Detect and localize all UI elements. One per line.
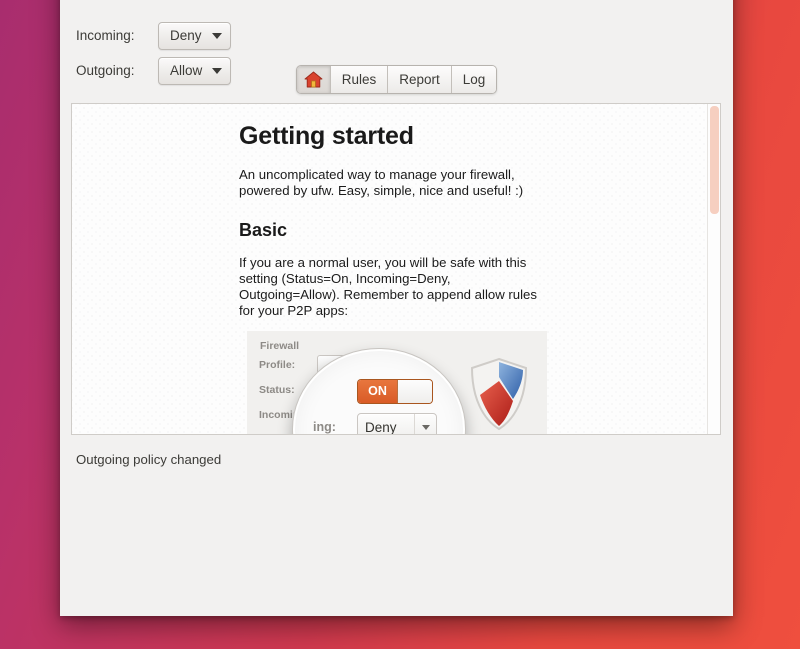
incoming-policy-label: Incoming: bbox=[76, 28, 135, 43]
magnifier-status-row: ON bbox=[313, 373, 463, 409]
tab-rules[interactable]: Rules bbox=[329, 66, 388, 93]
magnifier-incoming-row: ing: Deny bbox=[313, 409, 463, 435]
help-scrollbar-thumb[interactable] bbox=[710, 106, 719, 214]
help-intro-text: An uncomplicated way to manage your fire… bbox=[239, 167, 524, 198]
view-tabbar: Rules Report Log bbox=[60, 65, 733, 94]
incoming-policy-combo[interactable]: Deny bbox=[158, 21, 231, 50]
chevron-down-icon bbox=[211, 32, 222, 39]
home-icon bbox=[304, 71, 323, 88]
tab-log[interactable]: Log bbox=[450, 66, 497, 93]
help-document: Getting started An uncomplicated way to … bbox=[72, 104, 706, 435]
tab-home[interactable] bbox=[296, 66, 330, 93]
tab-report[interactable]: Report bbox=[387, 66, 451, 93]
statusbar-message: Outgoing policy changed bbox=[76, 451, 222, 467]
magnifier-incoming-arrow bbox=[414, 414, 436, 434]
incoming-policy-value: Deny bbox=[170, 28, 202, 43]
magnifier-lens-content: ON ing: Deny bbox=[295, 351, 463, 435]
embedded-screenshot: Firewall Profile: Status: Incoming: ON i… bbox=[247, 331, 547, 435]
help-scrollbar[interactable] bbox=[707, 104, 720, 434]
chevron-down-icon bbox=[421, 424, 430, 430]
magnifier-incoming-label: ing: bbox=[313, 420, 336, 434]
help-basic-text: If you are a normal user, you will be sa… bbox=[239, 255, 537, 318]
magnifier-toggle-knob bbox=[397, 379, 432, 403]
embedded-shield-icon bbox=[470, 357, 528, 431]
statusbar: Outgoing policy changed bbox=[60, 444, 733, 474]
magnifier-status-toggle[interactable]: ON bbox=[357, 378, 433, 404]
magnifier-incoming-combo[interactable]: Deny bbox=[357, 413, 437, 435]
page-title: Getting started bbox=[239, 122, 414, 150]
tab-group: Rules Report Log bbox=[295, 65, 498, 94]
section-heading-basic: Basic bbox=[239, 220, 288, 240]
gufw-main-window: Incoming: Deny Outgoing: Allow Rules Rep… bbox=[60, 0, 733, 616]
help-content-panel: Getting started An uncomplicated way to … bbox=[71, 103, 721, 435]
magnifier-toggle-on-label: ON bbox=[358, 379, 397, 403]
magnifier-lens: ON ing: Deny bbox=[293, 349, 465, 435]
magnifier-incoming-value: Deny bbox=[365, 419, 397, 435]
incoming-policy-row: Incoming: Deny bbox=[76, 18, 717, 53]
